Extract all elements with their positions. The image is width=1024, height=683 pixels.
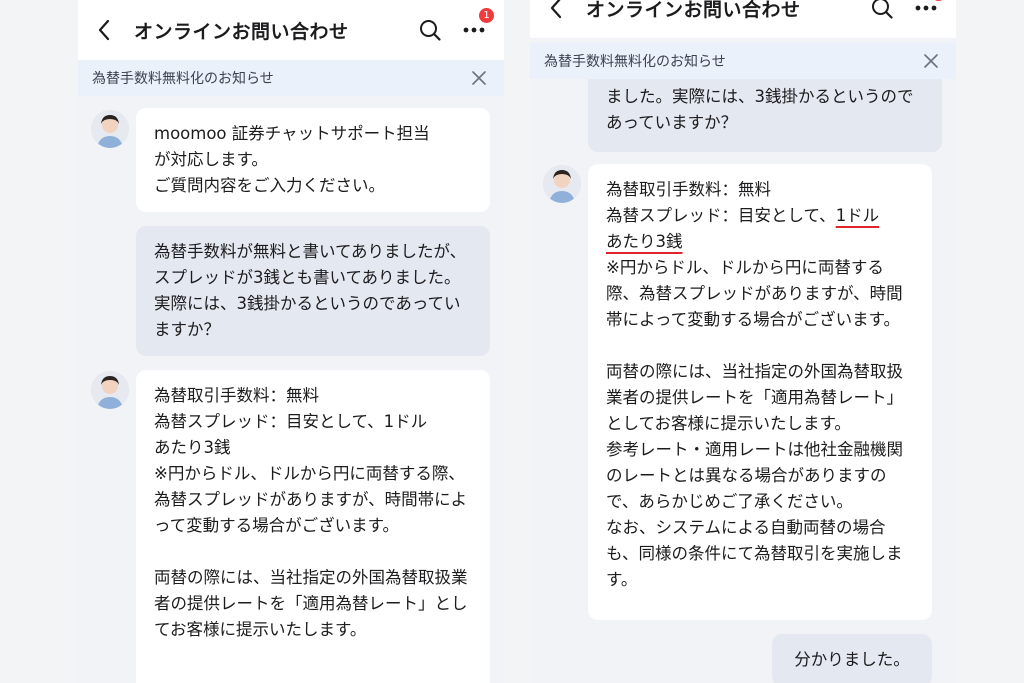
answer-fee-line: 為替取引手数料：無料 xyxy=(606,180,771,199)
search-icon[interactable] xyxy=(866,0,898,24)
user-message-reply: 分かりました。 xyxy=(772,634,932,683)
search-icon[interactable] xyxy=(414,14,446,46)
back-icon[interactable] xyxy=(536,0,576,28)
user-message-question: 為替手数料が無料と書いてありましたが、スプレッドが3銭とも書いてありました。実際… xyxy=(136,226,490,356)
agent-message-greeting: moomoo 証券チャットサポート担当 が対応します。 ご質問内容をご入力くださ… xyxy=(136,108,490,212)
notification-badge: 1 xyxy=(479,8,494,23)
notice-text: 為替手数料無料化のお知らせ xyxy=(92,71,274,87)
close-icon[interactable] xyxy=(920,50,942,72)
agent-avatar xyxy=(543,165,581,203)
app-header: オンラインお問い合わせ 1 xyxy=(530,0,956,38)
agent-message-answer: 為替取引手数料：無料 為替スプレッド：目安として、1ドル あたり3銭 ※円からド… xyxy=(588,164,932,620)
page-title: オンラインお問い合わせ xyxy=(586,0,801,21)
highlighted-spread-value-cont: あたり3銭 xyxy=(606,232,683,251)
more-dots-icon xyxy=(915,5,937,11)
more-dots-icon xyxy=(463,27,485,33)
notice-banner[interactable]: 為替手数料無料化のお知らせ xyxy=(530,43,956,79)
page-title: オンラインお問い合わせ xyxy=(134,20,349,43)
back-icon[interactable] xyxy=(84,10,124,50)
close-icon[interactable] xyxy=(468,67,490,89)
notice-banner[interactable]: 為替手数料無料化のお知らせ xyxy=(78,60,504,96)
notification-badge: 1 xyxy=(931,0,946,1)
more-menu-button[interactable]: 1 xyxy=(910,0,946,24)
more-menu-button[interactable]: 1 xyxy=(458,8,494,46)
notice-text: 為替手数料無料化のお知らせ xyxy=(544,54,726,70)
chat-screen-right: ました。実際には、3銭掛かるというのであっていますか？ オンラインお問い合わせ … xyxy=(530,0,956,683)
answer-details: ※円からドル、ドルから円に両替する際、為替スプレッドがありますが、時間帯によって… xyxy=(606,258,903,589)
agent-message-answer: 為替取引手数料：無料 為替スプレッド：目安として、1ドル あたり3銭 ※円からド… xyxy=(136,370,490,683)
app-header: オンラインお問い合わせ 1 xyxy=(78,0,504,60)
answer-spread-label: 為替スプレッド：目安として、 xyxy=(606,206,836,225)
chat-screen-left: オンラインお問い合わせ 1 為替手数料無料化のお知らせ moomoo 証券チャッ… xyxy=(78,0,504,683)
highlighted-spread-value: 1ドル xyxy=(835,206,880,225)
agent-avatar xyxy=(91,110,129,148)
agent-avatar xyxy=(91,371,129,409)
